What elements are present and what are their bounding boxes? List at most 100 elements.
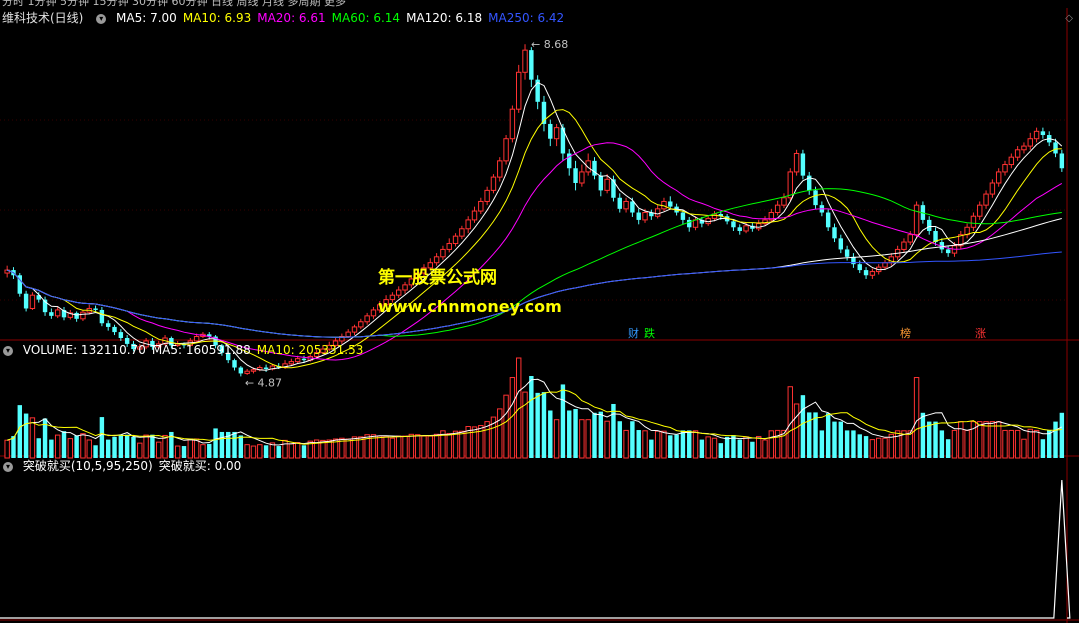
volume-bar xyxy=(396,435,402,459)
volume-bar xyxy=(604,420,610,459)
volume-bar xyxy=(661,430,667,459)
candle-body xyxy=(54,309,61,317)
candle-body xyxy=(1040,131,1046,136)
volume-bar xyxy=(143,434,149,459)
volume-bar xyxy=(93,445,98,458)
candle-body xyxy=(80,311,86,320)
candle-body xyxy=(654,208,661,217)
volume-bar xyxy=(11,436,16,458)
volume-bar xyxy=(989,421,996,459)
candle-body xyxy=(642,212,648,221)
volume-bar xyxy=(459,430,465,459)
volume-bar xyxy=(414,434,421,459)
event-tag[interactable]: 财 xyxy=(628,327,639,340)
candle-body xyxy=(440,248,446,258)
low-price-label: ← 4.87 xyxy=(245,376,282,389)
candle-body xyxy=(484,189,490,202)
candle-body xyxy=(1008,156,1015,166)
volume-bar xyxy=(99,417,105,458)
volume-legend-items: VOLUME: 132110.70 MA5: 160591.88 MA10: 205… xyxy=(23,343,370,357)
candle-body xyxy=(680,212,686,220)
volume-bar xyxy=(131,436,136,458)
candle-body xyxy=(250,369,257,372)
volume-bar xyxy=(825,413,831,458)
volume-bar xyxy=(964,429,970,459)
volume-bar xyxy=(86,439,92,459)
chevron-down-icon[interactable]: ▾ xyxy=(3,345,13,356)
volume-bar xyxy=(61,431,67,458)
candle-body xyxy=(668,201,673,207)
volume-bar xyxy=(150,434,155,458)
volume-bar xyxy=(288,443,295,459)
candle-body xyxy=(598,175,604,191)
signal-line xyxy=(0,479,1071,619)
candle-body xyxy=(687,219,692,228)
candle-body xyxy=(743,225,749,232)
stock-title: 维科技术(日线) xyxy=(2,11,84,25)
volume-bar xyxy=(718,443,724,458)
volume-bar xyxy=(162,434,168,459)
volume-bar xyxy=(156,441,162,459)
candle-body xyxy=(49,312,54,316)
ma-legend-item: MA5: 7.00 xyxy=(116,11,177,25)
candle-body xyxy=(611,179,616,198)
indicator-legend-item: 突破就买: 0.00 xyxy=(158,459,242,473)
volume-bar xyxy=(674,434,679,458)
chart-stage: 分时 1分钟 5分钟 15分钟 30分钟 60分钟 日线 周线 月线 多周期 更… xyxy=(0,0,1079,623)
volume-bar xyxy=(920,412,926,458)
volume-bar xyxy=(687,430,692,458)
volume-bar xyxy=(17,405,22,458)
candle-body xyxy=(452,235,459,245)
candle-body xyxy=(345,331,351,338)
candle-body xyxy=(781,197,787,206)
volume-bar xyxy=(636,430,641,458)
volume-bar xyxy=(105,439,111,458)
watermark-url: www.chnmoney.com xyxy=(378,297,562,316)
volume-bar xyxy=(112,436,117,458)
candle-body xyxy=(232,360,237,368)
volume-bar xyxy=(888,433,895,459)
candle-body xyxy=(869,271,876,276)
candle-body xyxy=(193,336,200,342)
candle-body xyxy=(907,234,913,243)
candle-body xyxy=(901,241,907,250)
volume-bar xyxy=(452,430,459,459)
diamond-icon[interactable]: ◇ xyxy=(1065,13,1073,24)
volume-bar xyxy=(29,417,36,459)
candle-body xyxy=(787,171,793,199)
high-price-label: ← 8.68 xyxy=(531,38,568,51)
volume-bar xyxy=(383,435,389,459)
candle-body xyxy=(630,201,635,213)
volume-bar xyxy=(301,445,307,458)
volume-bar xyxy=(958,421,964,459)
volume-bar xyxy=(743,436,749,459)
volume-bar xyxy=(200,444,206,459)
candle-body xyxy=(105,323,111,327)
volume-bar xyxy=(244,444,250,459)
volume-bar xyxy=(4,439,10,459)
event-tag[interactable]: 跌 xyxy=(644,327,655,340)
candle-body xyxy=(983,193,989,206)
chevron-down-icon[interactable]: ▾ xyxy=(3,461,13,472)
volume-bar xyxy=(567,410,572,458)
chevron-down-icon[interactable]: ▾ xyxy=(96,13,107,24)
event-tag[interactable]: 涨 xyxy=(975,327,986,340)
volume-bar xyxy=(1002,429,1008,459)
volume-legend-item: MA10: 205331.53 xyxy=(256,343,364,357)
volume-bar xyxy=(345,438,351,459)
volume-bar xyxy=(819,430,825,458)
candle-body xyxy=(23,293,29,309)
volume-bar xyxy=(649,439,654,458)
volume-bar xyxy=(1033,429,1040,459)
volume-bar xyxy=(389,437,396,459)
ma-legend-item: MA20: 6.61 xyxy=(257,11,326,25)
candle-body xyxy=(1021,145,1027,151)
candle-body xyxy=(882,262,888,268)
event-tag[interactable]: 榜 xyxy=(900,327,911,340)
volume-bar xyxy=(750,441,755,458)
volume-bar xyxy=(894,430,901,459)
indicator-legend-item: 突破就买(10,5,95,250) xyxy=(22,459,153,473)
volume-bar xyxy=(869,439,876,459)
volume-legend: ▾ VOLUME: 132110.70 MA5: 160591.88 MA10: 2… xyxy=(0,342,375,358)
candle-body xyxy=(370,309,377,317)
